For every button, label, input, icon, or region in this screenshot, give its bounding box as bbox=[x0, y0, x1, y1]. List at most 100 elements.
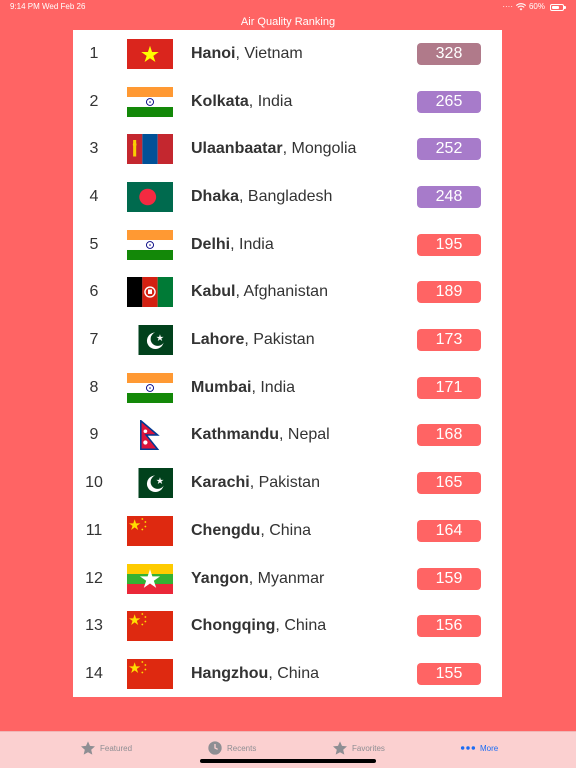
home-indicator bbox=[200, 759, 376, 763]
list-item[interactable]: 9 Kathmandu, Nepal 168 bbox=[73, 412, 502, 460]
list-item[interactable]: 7 Lahore, Pakistan 173 bbox=[73, 316, 502, 364]
mongolia-flag-icon bbox=[127, 134, 173, 165]
country-label: , India bbox=[230, 235, 274, 253]
city-label: Kathmandu bbox=[191, 426, 279, 444]
clock-icon bbox=[208, 741, 222, 755]
city-label: Mumbai bbox=[191, 378, 252, 396]
status-indicators: ···· 60% bbox=[502, 0, 566, 14]
star-icon bbox=[81, 741, 95, 755]
rank-number: 13 bbox=[85, 617, 103, 635]
city-name: Kabul, Afghanistan bbox=[191, 283, 328, 301]
city-label: Hangzhou bbox=[191, 664, 269, 682]
country-label: , Afghanistan bbox=[235, 283, 328, 301]
battery-percent: 60% bbox=[528, 2, 545, 11]
status-time: 9:14 PM bbox=[10, 2, 40, 11]
list-item[interactable]: 8 Mumbai, India 171 bbox=[73, 364, 502, 412]
city-label: Yangon bbox=[191, 569, 249, 587]
tab-more[interactable]: More bbox=[460, 738, 498, 758]
city-name: Delhi, India bbox=[191, 236, 274, 254]
nepal-flag-icon bbox=[127, 420, 173, 451]
city-name: Mumbai, India bbox=[191, 379, 295, 397]
city-name: Ulaanbaatar, Mongolia bbox=[191, 140, 356, 158]
wifi-icon bbox=[515, 3, 526, 11]
tab-label: Favorites bbox=[352, 743, 385, 753]
city-name: Hanoi, Vietnam bbox=[191, 45, 303, 63]
china-flag-icon bbox=[127, 658, 173, 689]
rank-number: 9 bbox=[89, 426, 99, 444]
country-label: , China bbox=[275, 617, 327, 635]
aqi-badge: 155 bbox=[417, 662, 481, 685]
status-bar: 9:14 PM Wed Feb 26 ···· 60% bbox=[0, 0, 576, 14]
rank-number: 1 bbox=[89, 44, 99, 62]
city-label: Kolkata bbox=[191, 92, 249, 110]
tab-featured[interactable]: Featured bbox=[80, 738, 132, 758]
more-icon bbox=[460, 746, 476, 750]
aqi-badge: 173 bbox=[417, 329, 481, 352]
list-item[interactable]: 14 Hangzhou, China 155 bbox=[73, 650, 502, 697]
city-name: Kolkata, India bbox=[191, 93, 292, 111]
tab-recents[interactable]: Recents bbox=[207, 738, 256, 758]
status-date: Wed Feb 26 bbox=[42, 2, 86, 11]
rank-number: 12 bbox=[85, 569, 103, 587]
aqi-badge: 168 bbox=[417, 424, 481, 447]
list-item[interactable]: 2 Kolkata, India 265 bbox=[73, 78, 502, 126]
list-item[interactable]: 6 Kabul, Afghanistan 189 bbox=[73, 269, 502, 317]
city-label: Kabul bbox=[191, 283, 236, 301]
city-name: Chengdu, China bbox=[191, 522, 311, 540]
rank-number: 4 bbox=[89, 187, 99, 205]
country-label: , Myanmar bbox=[248, 569, 325, 587]
list-item[interactable]: 3 Ulaanbaatar, Mongolia 252 bbox=[73, 125, 502, 173]
myanmar-flag-icon bbox=[127, 563, 173, 594]
tab-favorites[interactable]: Favorites bbox=[332, 738, 385, 758]
rank-number: 11 bbox=[85, 521, 103, 539]
country-label: , Bangladesh bbox=[239, 187, 333, 205]
city-name: Yangon, Myanmar bbox=[191, 570, 324, 588]
city-label: Chongqing bbox=[191, 617, 276, 635]
aqi-badge: 171 bbox=[417, 376, 481, 399]
country-label: , India bbox=[251, 378, 296, 396]
list-item[interactable]: 1 Hanoi, Vietnam 328 bbox=[73, 30, 502, 78]
pakistan-flag-icon bbox=[127, 468, 173, 499]
india-flag-icon bbox=[127, 86, 173, 117]
list-item[interactable]: 5 Delhi, India 195 bbox=[73, 221, 502, 269]
india-flag-icon bbox=[127, 229, 173, 260]
city-name: Karachi, Pakistan bbox=[191, 474, 320, 492]
rank-number: 5 bbox=[89, 235, 99, 253]
aqi-badge: 252 bbox=[417, 138, 481, 161]
city-name: Dhaka, Bangladesh bbox=[191, 188, 332, 206]
aqi-badge: 195 bbox=[417, 233, 481, 256]
china-flag-icon bbox=[127, 515, 173, 546]
aqi-badge: 328 bbox=[417, 42, 481, 65]
ranking-list[interactable]: 1 Hanoi, Vietnam 328 2 Kolkata, India 265 3 Ula… bbox=[73, 30, 502, 697]
country-label: , China bbox=[268, 664, 320, 682]
list-item[interactable]: 10 Karachi, Pakistan 165 bbox=[73, 459, 502, 507]
city-label: Ulaanbaatar bbox=[191, 140, 283, 158]
city-label: Lahore bbox=[191, 331, 245, 349]
rank-number: 6 bbox=[89, 283, 99, 301]
list-item[interactable]: 11 Chengdu, China 164 bbox=[73, 507, 502, 555]
city-label: Hanoi bbox=[191, 44, 236, 62]
country-label: , Nepal bbox=[279, 426, 330, 444]
country-label: , Pakistan bbox=[249, 474, 320, 492]
aqi-badge: 156 bbox=[417, 615, 481, 638]
signal-dots-icon: ···· bbox=[502, 2, 513, 11]
aqi-badge: 165 bbox=[417, 472, 481, 495]
pakistan-flag-icon bbox=[127, 325, 173, 356]
list-item[interactable]: 4 Dhaka, Bangladesh 248 bbox=[73, 173, 502, 221]
city-name: Chongqing, China bbox=[191, 617, 326, 635]
list-item[interactable]: 12 Yangon, Myanmar 159 bbox=[73, 555, 502, 603]
country-label: , Mongolia bbox=[282, 140, 357, 158]
country-label: , India bbox=[248, 92, 293, 110]
vietnam-flag-icon bbox=[127, 38, 173, 69]
country-label: , Pakistan bbox=[244, 331, 315, 349]
afghanistan-flag-icon bbox=[127, 277, 173, 308]
page-title: Air Quality Ranking bbox=[240, 16, 336, 28]
tab-label: More bbox=[480, 743, 499, 753]
china-flag-icon bbox=[127, 611, 173, 642]
list-item[interactable]: 13 Chongqing, China 156 bbox=[73, 602, 502, 650]
city-name: Kathmandu, Nepal bbox=[191, 426, 330, 444]
country-label: , China bbox=[260, 521, 312, 539]
aqi-badge: 189 bbox=[417, 281, 481, 304]
rank-number: 8 bbox=[89, 378, 99, 396]
battery-icon bbox=[550, 3, 566, 11]
